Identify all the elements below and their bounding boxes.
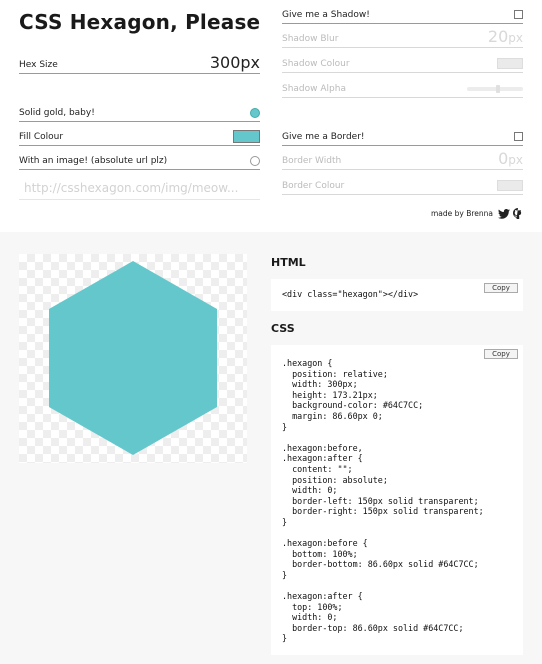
image-fill-row: With an image! (absolute url plz)	[19, 150, 260, 170]
shadow-colour-picker[interactable]	[497, 58, 523, 69]
twitter-icon[interactable]	[498, 208, 510, 219]
css-code: .hexagon { position: relative; width: 30…	[282, 358, 484, 644]
fill-colour-picker[interactable]	[233, 130, 260, 143]
border-width-row: Border Width 0px	[282, 149, 523, 170]
shadow-blur-row: Shadow Blur 20px	[282, 27, 523, 48]
fill-colour-row: Fill Colour	[19, 126, 260, 146]
hex-size-label: Hex Size	[19, 60, 58, 70]
copy-html-button[interactable]: Copy	[484, 283, 518, 293]
github-icon[interactable]	[513, 208, 523, 219]
css-code-box: .hexagon { position: relative; width: 30…	[271, 345, 523, 655]
shadow-toggle-row: Give me a Shadow!	[282, 4, 523, 24]
shadow-colour-label: Shadow Colour	[282, 59, 350, 69]
css-section-title: CSS	[271, 322, 295, 335]
border-colour-label: Border Colour	[282, 181, 345, 191]
border-colour-picker[interactable]	[497, 180, 523, 191]
shadow-blur-input[interactable]: 20px	[488, 27, 523, 46]
shadow-alpha-row: Shadow Alpha	[282, 78, 523, 98]
controls-panel: CSS Hexagon, Please Hex Size 300px Solid…	[0, 0, 542, 232]
image-fill-radio[interactable]	[250, 156, 260, 166]
image-fill-label: With an image! (absolute url plz)	[19, 156, 168, 166]
border-width-label: Border Width	[282, 156, 342, 166]
hexagon-preview-svg	[49, 261, 217, 455]
slider-thumb[interactable]	[496, 85, 500, 93]
solid-fill-label: Solid gold, baby!	[19, 108, 95, 118]
html-section-title: HTML	[271, 256, 306, 269]
shadow-alpha-slider[interactable]	[467, 85, 523, 93]
hex-size-input[interactable]: 300px	[210, 53, 260, 72]
solid-fill-row: Solid gold, baby!	[19, 102, 260, 122]
hexagon-shape	[49, 261, 217, 455]
html-code-box: <div class="hexagon"></div> Copy	[271, 279, 523, 311]
hex-size-row: Hex Size 300px	[19, 53, 260, 74]
shadow-checkbox[interactable]	[514, 10, 523, 19]
shadow-blur-label: Shadow Blur	[282, 34, 339, 44]
shadow-colour-row: Shadow Colour	[282, 53, 523, 73]
hexagon-preview	[19, 254, 247, 463]
copy-css-button[interactable]: Copy	[484, 349, 518, 359]
border-colour-row: Border Colour	[282, 175, 523, 195]
border-toggle-row: Give me a Border!	[282, 126, 523, 146]
shadow-toggle-label: Give me a Shadow!	[282, 10, 370, 20]
fill-colour-label: Fill Colour	[19, 132, 64, 142]
shadow-alpha-label: Shadow Alpha	[282, 84, 346, 94]
border-toggle-label: Give me a Border!	[282, 132, 365, 142]
border-checkbox[interactable]	[514, 132, 523, 141]
credit-text: made by Brenna	[430, 209, 493, 218]
image-url-input[interactable]	[19, 176, 260, 200]
page-title: CSS Hexagon, Please	[19, 10, 261, 34]
solid-fill-radio[interactable]	[250, 108, 260, 118]
credit: made by Brenna	[431, 208, 523, 219]
border-width-input[interactable]: 0px	[498, 149, 523, 168]
